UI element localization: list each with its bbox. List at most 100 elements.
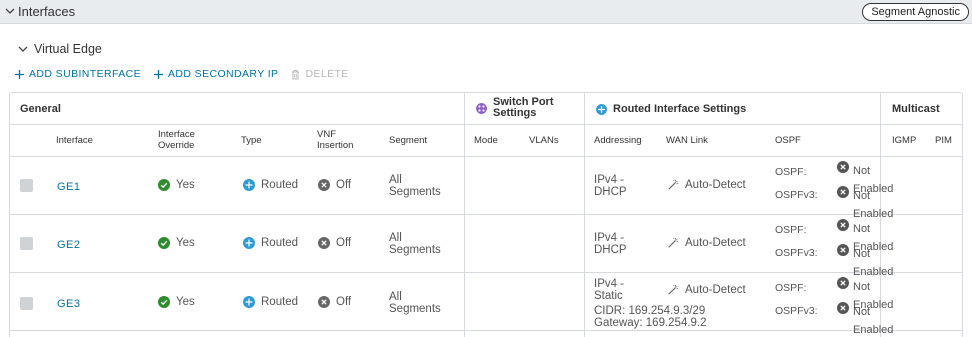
interface-name-link[interactable]: GE1 (57, 181, 81, 193)
not-enabled-x-icon (837, 244, 849, 256)
not-enabled-x-icon (837, 219, 849, 231)
col-igmp[interactable]: IGMP (892, 135, 916, 146)
table-row[interactable]: GE3 Yes Routed Off All Segments IPv4 - S… (10, 273, 962, 336)
ospfv3-line: OSPFv3: (775, 305, 818, 317)
addressing-line1: IPv4 - (594, 174, 625, 186)
segment-cell: All Segments (389, 291, 441, 315)
virtual-edge-title: Virtual Edge (34, 42, 102, 56)
interfaces-table: General Switch Port Settings Routed Inte… (9, 92, 963, 337)
row-checkbox[interactable] (20, 237, 33, 250)
ospfv3-status: Not Enabled (837, 302, 893, 337)
not-enabled-x-icon (837, 277, 849, 289)
wan-link-cell: Auto-Detect (667, 284, 746, 296)
add-subinterface-button[interactable]: ADD SUBINTERFACE (14, 68, 141, 80)
addressing-line1: IPv4 - (594, 232, 625, 244)
delete-button[interactable]: DELETE (290, 68, 348, 80)
col-pim[interactable]: PIM (935, 135, 952, 146)
trash-icon (292, 69, 300, 79)
add-secondary-ip-button[interactable]: ADD SECONDARY IP (153, 68, 278, 80)
row-checkbox[interactable] (20, 297, 33, 310)
segment-cell: All Segments (389, 174, 441, 198)
col-interface[interactable]: Interface (56, 135, 93, 146)
col-wan-link[interactable]: WAN Link (666, 135, 708, 146)
override-cell: Yes (158, 179, 195, 191)
wan-link-cell: Auto-Detect (667, 179, 746, 191)
segment-line1: All (389, 174, 402, 186)
override-cell: Yes (158, 296, 195, 308)
col-vnf-line1: VNF (317, 129, 336, 140)
group-switch-port: Switch Port Settings (476, 97, 554, 119)
addressing-line2: DHCP (594, 244, 627, 256)
addressing-line2: DHCP (594, 186, 627, 198)
add-secondary-ip-label: ADD SECONDARY IP (168, 68, 279, 80)
chevron-down-icon (18, 46, 28, 52)
col-type[interactable]: Type (241, 135, 262, 146)
ospfv3-label: OSPFv3: (775, 305, 818, 317)
wan-link-value: Auto-Detect (685, 284, 746, 296)
col-addressing[interactable]: Addressing (594, 135, 642, 146)
off-x-circle-icon (318, 296, 330, 308)
not-enabled-x-icon (837, 302, 849, 314)
col-ospf[interactable]: OSPF (775, 135, 801, 146)
col-mode[interactable]: Mode (474, 135, 498, 146)
magic-wand-icon (668, 284, 679, 295)
magic-wand-icon (668, 237, 679, 248)
routed-icon (243, 179, 255, 191)
switch-port-icon (476, 102, 487, 114)
ospf-status-line1: Not (853, 281, 871, 293)
col-vlans[interactable]: VLANs (529, 135, 559, 146)
group-multicast-label: Multicast (892, 103, 940, 115)
vnf-cell: Off (318, 179, 351, 191)
group-routed: Routed Interface Settings (596, 103, 746, 115)
interfaces-section-header[interactable]: Interfaces Segment Agnostic (0, 0, 972, 24)
group-general-label: General (20, 103, 61, 115)
ospfv3-label: OSPFv3: (775, 247, 818, 259)
segment-line2: Segments (389, 244, 441, 256)
interface-name-link[interactable]: GE2 (57, 239, 81, 251)
action-toolbar: ADD SUBINTERFACE ADD SECONDARY IP DELETE (14, 68, 349, 80)
type-value: Routed (261, 296, 299, 308)
cidr-value: CIDR: 169.254.9.3/29 (594, 305, 706, 317)
wan-link-value: Auto-Detect (685, 237, 746, 249)
ospf-line: OSPF: (775, 166, 807, 178)
check-circle-icon (158, 296, 170, 308)
type-cell: Routed (243, 296, 298, 308)
not-enabled-x-icon (837, 186, 849, 198)
gateway-value: Gateway: 169.254.9.2 (594, 317, 707, 329)
table-row[interactable]: GE1 Yes Routed Off All Segments IPv4 - D… (10, 157, 962, 220)
addressing-cell: IPv4 - DHCP (594, 232, 627, 256)
col-vnf-line2: Insertion (317, 140, 354, 151)
addressing-cell: IPv4 - DHCP (594, 174, 627, 198)
type-value: Routed (261, 237, 299, 249)
col-vnf-insertion[interactable]: VNF Insertion (317, 129, 353, 151)
segment-line1: All (389, 232, 402, 244)
routed-icon (243, 296, 255, 308)
wan-link-value: Auto-Detect (685, 179, 746, 191)
type-cell: Routed (243, 237, 298, 249)
col-override-line2: Override (158, 140, 195, 151)
add-subinterface-label: ADD SUBINTERFACE (29, 68, 141, 80)
ospfv3-status-line1: Not (853, 190, 871, 202)
col-segment[interactable]: Segment (389, 135, 427, 146)
type-value: Routed (261, 179, 299, 191)
type-cell: Routed (243, 179, 298, 191)
segment-cell: All Segments (389, 232, 441, 256)
check-circle-icon (158, 179, 170, 191)
wan-link-cell: Auto-Detect (667, 237, 746, 249)
row-checkbox[interactable] (20, 179, 33, 192)
col-interface-override[interactable]: Interface Override (158, 129, 195, 151)
ospf-label: OSPF: (775, 224, 807, 236)
vnf-cell: Off (318, 237, 351, 249)
delete-label: DELETE (305, 68, 349, 80)
virtual-edge-toggle[interactable]: Virtual Edge (18, 42, 102, 56)
ospf-status-line1: Not (853, 165, 871, 177)
ospfv3-line: OSPFv3: (775, 247, 818, 259)
override-value: Yes (176, 296, 195, 308)
group-multicast: Multicast (892, 103, 940, 115)
interface-name-link[interactable]: GE3 (57, 298, 81, 310)
plus-icon (15, 69, 24, 79)
vnf-value: Off (336, 296, 352, 308)
table-row[interactable]: GE2 Yes Routed Off All Segments IPv4 - D… (10, 215, 962, 278)
off-x-circle-icon (318, 179, 330, 191)
group-header-row: General Switch Port Settings Routed Inte… (10, 93, 962, 125)
